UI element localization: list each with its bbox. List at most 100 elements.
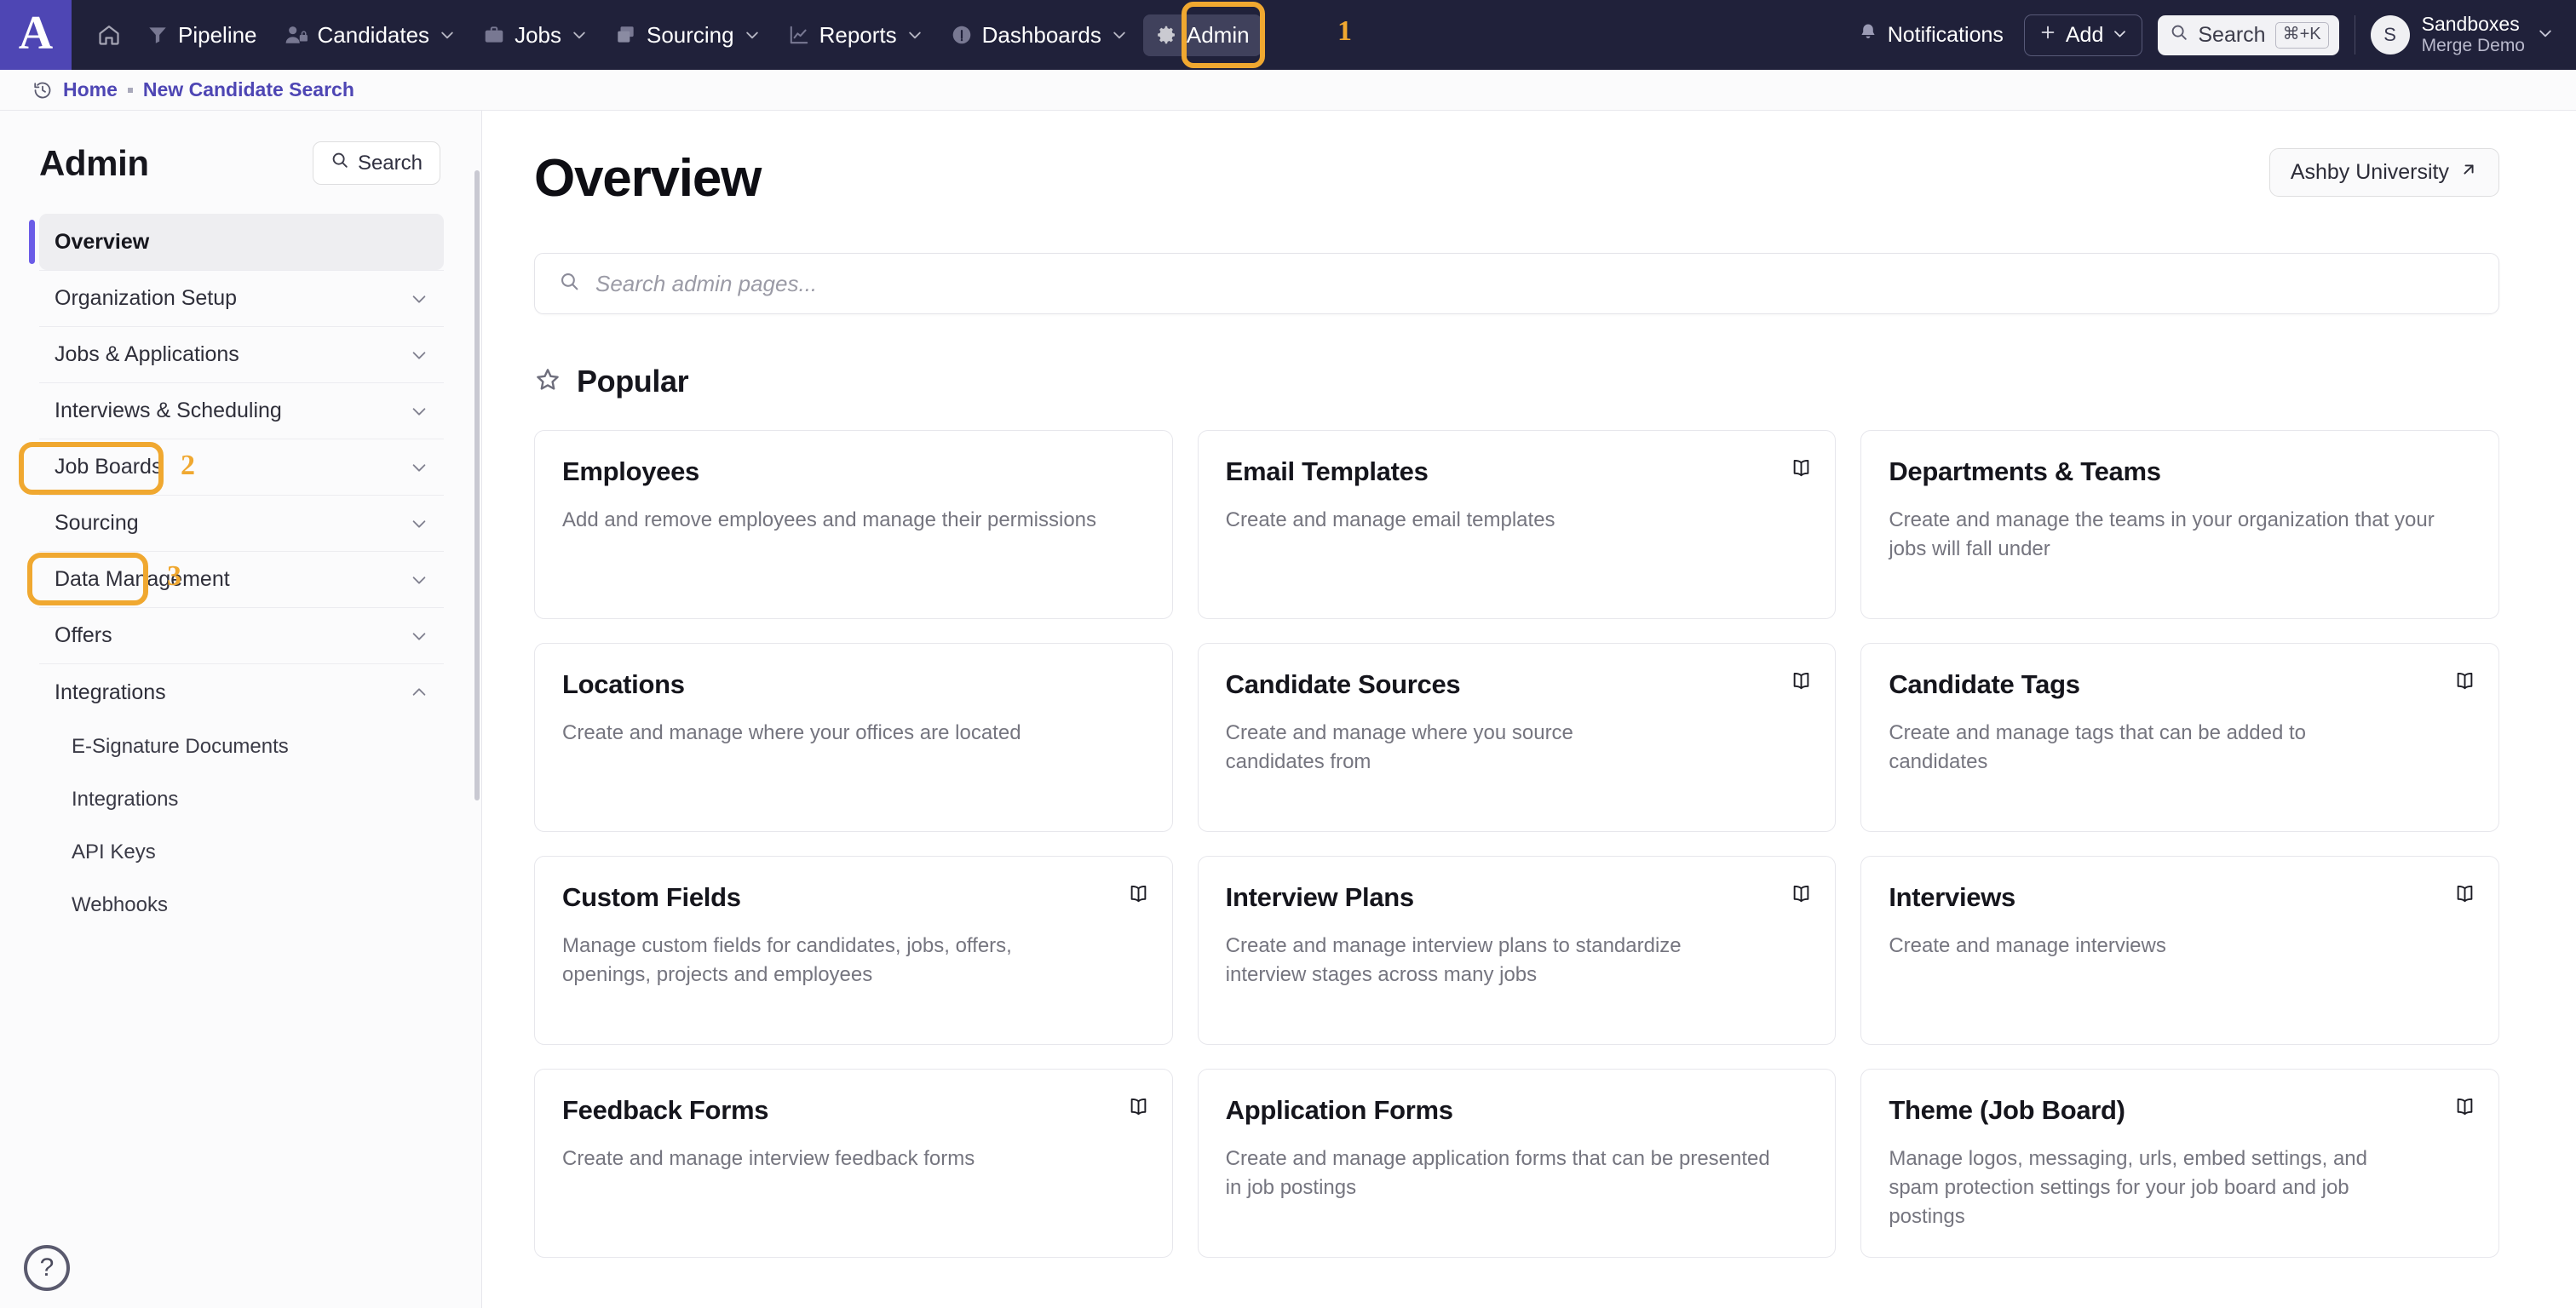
admin-sidebar: Admin Search Overview Organization Setup…: [0, 111, 482, 1308]
breadcrumb-current[interactable]: New Candidate Search: [143, 78, 354, 101]
sidebar-item-overview[interactable]: Overview: [39, 214, 444, 270]
card-description: Create and manage interview plans to sta…: [1226, 932, 1727, 990]
sidebar-header: Admin Search: [0, 111, 481, 185]
breadcrumb-home[interactable]: Home: [63, 78, 118, 101]
card-custom-fields[interactable]: Custom Fields Manage custom fields for c…: [534, 856, 1173, 1045]
nav-item-pipeline[interactable]: Pipeline: [135, 14, 269, 56]
nav-item-label: Candidates: [318, 22, 430, 49]
card-feedback-forms[interactable]: Feedback Forms Create and manage intervi…: [534, 1069, 1173, 1258]
breadcrumb: Home New Candidate Search: [0, 70, 2576, 111]
speedometer-icon: [951, 24, 973, 46]
book-icon[interactable]: [2453, 1095, 2476, 1122]
book-icon[interactable]: [1127, 882, 1150, 909]
card-title: Feedback Forms: [562, 1095, 1145, 1126]
briefcase-icon: [483, 24, 505, 46]
candidates-icon: [285, 24, 308, 46]
card-description: Create and manage application forms that…: [1226, 1144, 1785, 1202]
gear-icon: [1155, 24, 1177, 46]
sidebar-item-e-signature-documents[interactable]: E-Signature Documents: [39, 720, 444, 773]
book-icon[interactable]: [1790, 456, 1813, 484]
nav-item-home[interactable]: [87, 15, 131, 54]
book-icon[interactable]: [1790, 882, 1813, 909]
notifications-button[interactable]: Notifications: [1853, 15, 2009, 55]
search-icon: [2170, 23, 2188, 48]
ashby-university-label: Ashby University: [2291, 160, 2449, 185]
sidebar-item-jobs-applications[interactable]: Jobs & Applications: [39, 327, 444, 383]
sidebar-item-organization-setup[interactable]: Organization Setup: [39, 271, 444, 327]
book-icon[interactable]: [1127, 1095, 1150, 1122]
card-locations[interactable]: Locations Create and manage where your o…: [534, 643, 1173, 832]
nav-right-cluster: Notifications Add Search ⌘+K S Sandbo: [1853, 13, 2576, 56]
admin-cards-grid: Employees Add and remove employees and m…: [534, 430, 2499, 1258]
card-interview-plans[interactable]: Interview Plans Create and manage interv…: [1198, 856, 1837, 1045]
card-candidate-sources[interactable]: Candidate Sources Create and manage wher…: [1198, 643, 1837, 832]
nav-item-jobs[interactable]: Jobs: [471, 14, 600, 56]
sidebar-item-offers[interactable]: Offers: [39, 608, 444, 664]
card-title: Interviews: [1889, 882, 2471, 913]
sidebar-item-sourcing[interactable]: Sourcing: [39, 496, 444, 552]
card-departments-teams[interactable]: Departments & Teams Create and manage th…: [1860, 430, 2499, 619]
book-icon[interactable]: [2453, 669, 2476, 697]
breadcrumb-separator: [128, 88, 133, 93]
sidebar-scrollbar[interactable]: [474, 170, 480, 800]
sidebar-item-interviews-scheduling[interactable]: Interviews & Scheduling: [39, 383, 444, 439]
chevron-down-icon: [2112, 23, 2128, 48]
sidebar-item-job-boards[interactable]: Job Boards: [39, 439, 444, 496]
history-icon[interactable]: [32, 80, 53, 100]
card-description: Add and remove employees and manage thei…: [562, 506, 1121, 535]
admin-search-placeholder: Search admin pages...: [595, 271, 817, 297]
nav-item-label: Reports: [819, 22, 897, 49]
card-candidate-tags[interactable]: Candidate Tags Create and manage tags th…: [1860, 643, 2499, 832]
nav-item-dashboards[interactable]: Dashboards: [939, 14, 1140, 56]
card-email-templates[interactable]: Email Templates Create and manage email …: [1198, 430, 1837, 619]
card-description: Create and manage interview feedback for…: [562, 1144, 1121, 1173]
nav-item-reports[interactable]: Reports: [776, 14, 935, 56]
sidebar-item-label: API Keys: [72, 840, 156, 864]
add-button[interactable]: Add: [2024, 14, 2142, 56]
sidebar-item-integrations-child[interactable]: Integrations: [39, 773, 444, 826]
sidebar-item-data-management[interactable]: Data Management: [39, 552, 444, 608]
admin-search-input[interactable]: Search admin pages...: [534, 253, 2499, 314]
chart-icon: [788, 24, 810, 46]
chevron-down-icon: [439, 26, 456, 43]
chevron-up-icon: [410, 683, 428, 702]
help-button[interactable]: ?: [24, 1245, 70, 1291]
sidebar-item-api-keys[interactable]: API Keys: [39, 826, 444, 879]
sidebar-item-label: Sourcing: [55, 511, 139, 536]
ashby-university-button[interactable]: Ashby University: [2269, 148, 2499, 197]
chevron-down-icon: [1111, 26, 1128, 43]
account-menu[interactable]: S Sandboxes Merge Demo: [2371, 13, 2554, 56]
annotation-number-3: 3: [167, 560, 181, 593]
sidebar-item-webhooks[interactable]: Webhooks: [39, 879, 444, 932]
nav-item-candidates[interactable]: Candidates: [273, 14, 469, 56]
chevron-down-icon: [744, 26, 761, 43]
top-navigation-bar: A Pipeline Candidates: [0, 0, 2576, 70]
card-theme-job-board[interactable]: Theme (Job Board) Manage logos, messagin…: [1860, 1069, 2499, 1258]
card-employees[interactable]: Employees Add and remove employees and m…: [534, 430, 1173, 619]
global-search-button[interactable]: Search ⌘+K: [2158, 15, 2338, 55]
avatar-initial: S: [2383, 24, 2396, 46]
question-mark-icon: ?: [40, 1254, 55, 1282]
chevron-down-icon: [410, 514, 428, 533]
sidebar-item-label: Overview: [55, 230, 149, 255]
card-title: Locations: [562, 669, 1145, 700]
popular-label: Popular: [577, 364, 688, 399]
ashby-logo[interactable]: A: [0, 0, 72, 70]
book-icon[interactable]: [1790, 669, 1813, 697]
nav-item-sourcing[interactable]: Sourcing: [603, 14, 773, 56]
bell-icon: [1858, 22, 1878, 49]
logo-letter: A: [19, 9, 53, 60]
card-title: Departments & Teams: [1889, 456, 2471, 487]
card-description: Create and manage interviews: [1889, 932, 2447, 961]
card-application-forms[interactable]: Application Forms Create and manage appl…: [1198, 1069, 1837, 1258]
sidebar-nav-list: Overview Organization Setup Jobs & Appli…: [0, 214, 481, 932]
card-title: Email Templates: [1226, 456, 1808, 487]
chevron-down-icon: [410, 627, 428, 645]
chevron-down-icon: [2537, 25, 2554, 46]
card-interviews[interactable]: Interviews Create and manage interviews: [1860, 856, 2499, 1045]
sidebar-search-button[interactable]: Search: [313, 141, 440, 185]
sidebar-item-label: Jobs & Applications: [55, 342, 239, 367]
book-icon[interactable]: [2453, 882, 2476, 909]
chevron-down-icon: [906, 26, 923, 43]
sidebar-item-integrations[interactable]: Integrations: [39, 664, 444, 720]
